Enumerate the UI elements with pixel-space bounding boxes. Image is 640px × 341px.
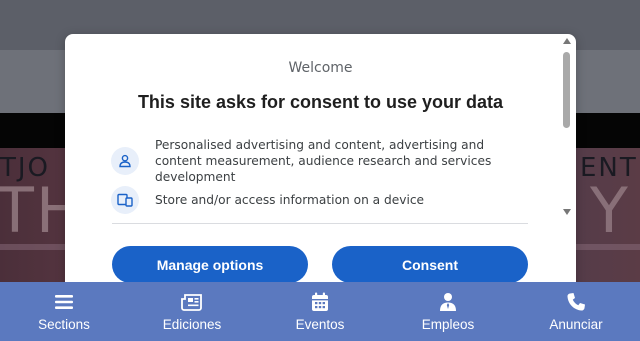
person-icon (111, 147, 139, 175)
dialog-brand: Welcome (288, 60, 353, 76)
purpose-item: Personalised advertising and content, ad… (111, 137, 531, 185)
purpose-text: Store and/or access information on a dev… (155, 193, 425, 207)
calendar-icon (311, 291, 329, 313)
nav-item-empleos[interactable]: Empleos (384, 282, 512, 341)
newspaper-icon (181, 291, 203, 313)
manage-options-button[interactable]: Manage options (112, 246, 308, 283)
bottom-nav: Sections Ediciones Eventos Empleos Anunc… (0, 282, 640, 341)
nav-item-ediciones[interactable]: Ediciones (128, 282, 256, 341)
scroll-up-arrow-icon[interactable] (563, 38, 571, 44)
purpose-item: Store and/or access information on a dev… (111, 186, 531, 214)
nav-label: Sections (38, 317, 90, 332)
nav-label: Eventos (295, 317, 345, 332)
nav-item-sections[interactable]: Sections (0, 282, 128, 341)
divider (112, 223, 528, 224)
scroll-thumb[interactable] (563, 52, 570, 128)
hero-text: Y (590, 174, 628, 247)
nav-item-anunciar[interactable]: Anunciar (512, 282, 640, 341)
nav-label: Ediciones (162, 317, 222, 332)
consent-button[interactable]: Consent (332, 246, 528, 283)
menu-icon (54, 291, 74, 313)
nav-item-eventos[interactable]: Eventos (256, 282, 384, 341)
dialog-scrollbar[interactable] (562, 38, 572, 220)
purpose-text: Personalised advertising and content, ad… (155, 138, 492, 184)
phone-icon (566, 291, 586, 313)
job-icon (438, 291, 458, 313)
scroll-down-arrow-icon[interactable] (563, 209, 571, 215)
nav-label: Anunciar (549, 317, 603, 332)
dialog-title: This site asks for consent to use your d… (137, 92, 504, 112)
devices-icon (111, 186, 139, 214)
consent-dialog: Welcome This site asks for consent to us… (65, 34, 576, 294)
nav-label: Empleos (421, 317, 475, 332)
